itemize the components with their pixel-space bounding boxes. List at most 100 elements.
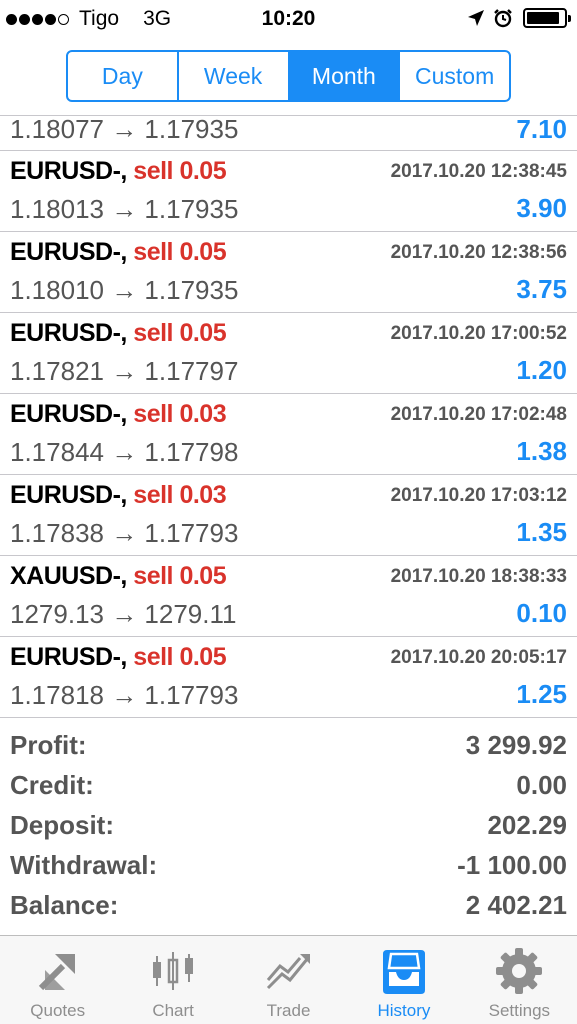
- deal-title: EURUSD-, sell 0.05: [10, 238, 227, 267]
- period-tab-month[interactable]: Month: [289, 52, 401, 100]
- summary-value: 3 299.92: [465, 730, 567, 760]
- location-arrow-icon: [468, 10, 484, 26]
- summary-value: 0.00: [516, 770, 567, 800]
- deals-list[interactable]: 1.18077 → 1.17935 7.10 EURUSD-, sell 0.0…: [0, 115, 577, 719]
- signal-dot: [6, 13, 17, 25]
- deal-profit: 7.10: [516, 115, 567, 144]
- summary-label: Profit:: [10, 730, 87, 760]
- deal-title: XAUUSD-, sell 0.05: [10, 562, 227, 591]
- deal-side: sell 0.05: [133, 643, 227, 671]
- deal-title: EURUSD-, sell 0.03: [10, 481, 227, 510]
- summary-label: Credit:: [10, 770, 94, 800]
- deal-title: EURUSD-, sell 0.05: [10, 157, 227, 186]
- summary-label: Balance:: [10, 890, 119, 920]
- deal-title: EURUSD-, sell 0.05: [10, 319, 227, 348]
- deal-side: sell 0.05: [133, 238, 227, 266]
- signal-strength-icon: [6, 13, 71, 25]
- deal-prices: 1.17818 → 1.17793: [10, 680, 239, 710]
- list-item[interactable]: EURUSD-, sell 0.05 2017.10.20 20:05:17 1.1…: [0, 637, 577, 718]
- list-item[interactable]: EURUSD-, sell 0.05 2017.10.20 12:38:45 1.1…: [0, 151, 577, 232]
- summary-value: -1 100.00: [457, 850, 567, 880]
- deal-symbol: EURUSD-,: [10, 319, 127, 347]
- deal-time: 2017.10.20 18:38:33: [390, 566, 567, 587]
- deal-prices: 1.17844 → 1.17798: [10, 437, 239, 467]
- history-inbox-icon: [382, 950, 425, 994]
- tab-trade[interactable]: Trade: [231, 936, 346, 1024]
- summary-row: Balance: 2 402.21: [0, 886, 577, 926]
- deal-time: 2017.10.20 20:05:17: [390, 647, 567, 668]
- period-tab-day[interactable]: Day: [68, 52, 179, 100]
- tab-trade-label: Trade: [266, 1001, 311, 1020]
- tab-history-label: History: [377, 1001, 431, 1020]
- deal-side: sell 0.05: [133, 157, 227, 185]
- deal-time: 2017.10.20 17:02:48: [390, 404, 567, 425]
- trade-icon: [266, 954, 310, 990]
- summary-value: 202.29: [487, 810, 567, 840]
- deal-symbol: EURUSD-,: [10, 238, 127, 266]
- deal-profit: 1.20: [516, 355, 567, 385]
- list-item[interactable]: EURUSD-, sell 0.05 2017.10.20 17:00:52 1.1…: [0, 313, 577, 394]
- battery-level: [527, 12, 560, 24]
- deal-time: 2017.10.20 12:38:45: [390, 161, 567, 182]
- deal-prices: 1.17821 → 1.17797: [10, 356, 239, 386]
- deal-prices: 1.18077 → 1.17935: [10, 115, 239, 144]
- list-item[interactable]: 1.18077 → 1.17935 7.10: [0, 116, 577, 151]
- period-tab-custom[interactable]: Custom: [400, 52, 509, 100]
- list-item[interactable]: EURUSD-, sell 0.05 2017.10.20 12:38:56 1.1…: [0, 232, 577, 313]
- deal-profit: 1.25: [516, 679, 567, 709]
- deal-side: sell 0.05: [133, 319, 227, 347]
- signal-dot: [32, 13, 43, 25]
- tab-settings[interactable]: Settings: [462, 936, 577, 1024]
- summary-row: Withdrawal: -1 100.00: [0, 846, 577, 886]
- status-right: [459, 8, 571, 28]
- tab-settings-label: Settings: [488, 1001, 551, 1020]
- quotes-icon: [38, 954, 75, 991]
- deal-symbol: EURUSD-,: [10, 481, 127, 509]
- tab-chart-label: Chart: [152, 1001, 194, 1020]
- tab-history[interactable]: History: [346, 936, 461, 1024]
- tab-chart[interactable]: Chart: [115, 936, 230, 1024]
- summary-label: Deposit:: [10, 810, 114, 840]
- deal-time: 2017.10.20 17:00:52: [390, 323, 567, 344]
- list-item[interactable]: EURUSD-, sell 0.03 2017.10.20 17:03:12 1.1…: [0, 475, 577, 556]
- carrier-name: Tigo: [79, 7, 120, 30]
- summary-row: Profit: 3 299.92: [0, 726, 577, 766]
- deal-prices: 1.18013 → 1.17935: [10, 194, 239, 224]
- deal-symbol: EURUSD-,: [10, 157, 127, 185]
- status-left: Tigo 3G: [6, 7, 171, 31]
- list-item[interactable]: EURUSD-, sell 0.03 2017.10.20 17:02:48 1.1…: [0, 394, 577, 475]
- signal-dot: [58, 13, 69, 25]
- period-segmented-control: Day Week Month Custom: [66, 50, 511, 102]
- deal-title: EURUSD-, sell 0.03: [10, 400, 227, 429]
- tab-quotes[interactable]: Quotes: [0, 936, 115, 1024]
- summary-row: Deposit: 202.29: [0, 806, 577, 846]
- deal-symbol: XAUUSD-,: [10, 562, 127, 590]
- signal-dot: [19, 13, 30, 25]
- list-item[interactable]: XAUUSD-, sell 0.05 2017.10.20 18:38:33 127…: [0, 556, 577, 637]
- deal-time: 2017.10.20 12:38:56: [390, 242, 567, 263]
- deal-symbol: EURUSD-,: [10, 400, 127, 428]
- network-type: 3G: [143, 7, 172, 30]
- deal-side: sell 0.05: [133, 562, 227, 590]
- signal-dot: [45, 13, 56, 25]
- account-summary: Profit: 3 299.92 Credit: 0.00 Deposit: 202.29…: [0, 726, 577, 926]
- deal-prices: 1.18010 → 1.17935: [10, 275, 239, 305]
- summary-label: Withdrawal:: [10, 850, 158, 880]
- deal-title: EURUSD-, sell 0.05: [10, 643, 227, 672]
- deal-profit: 1.35: [516, 517, 567, 547]
- summary-value: 2 402.21: [465, 890, 567, 920]
- gear-icon: [496, 948, 543, 994]
- status-bar: Tigo 3G 10:20: [0, 0, 577, 40]
- bottom-tab-bar: Quotes Chart Trade History Settings: [0, 935, 577, 1024]
- deal-profit: 1.38: [516, 436, 567, 466]
- summary-row: Credit: 0.00: [0, 766, 577, 806]
- candlestick-chart-icon: [153, 952, 194, 990]
- deal-time: 2017.10.20 17:03:12: [390, 485, 567, 506]
- deal-side: sell 0.03: [133, 481, 227, 509]
- deal-side: sell 0.03: [133, 400, 227, 428]
- deal-prices: 1279.13 → 1279.11: [10, 599, 237, 629]
- period-tab-week[interactable]: Week: [179, 52, 290, 100]
- deal-symbol: EURUSD-,: [10, 643, 127, 671]
- battery-icon: [523, 8, 571, 28]
- tab-quotes-label: Quotes: [30, 1001, 86, 1020]
